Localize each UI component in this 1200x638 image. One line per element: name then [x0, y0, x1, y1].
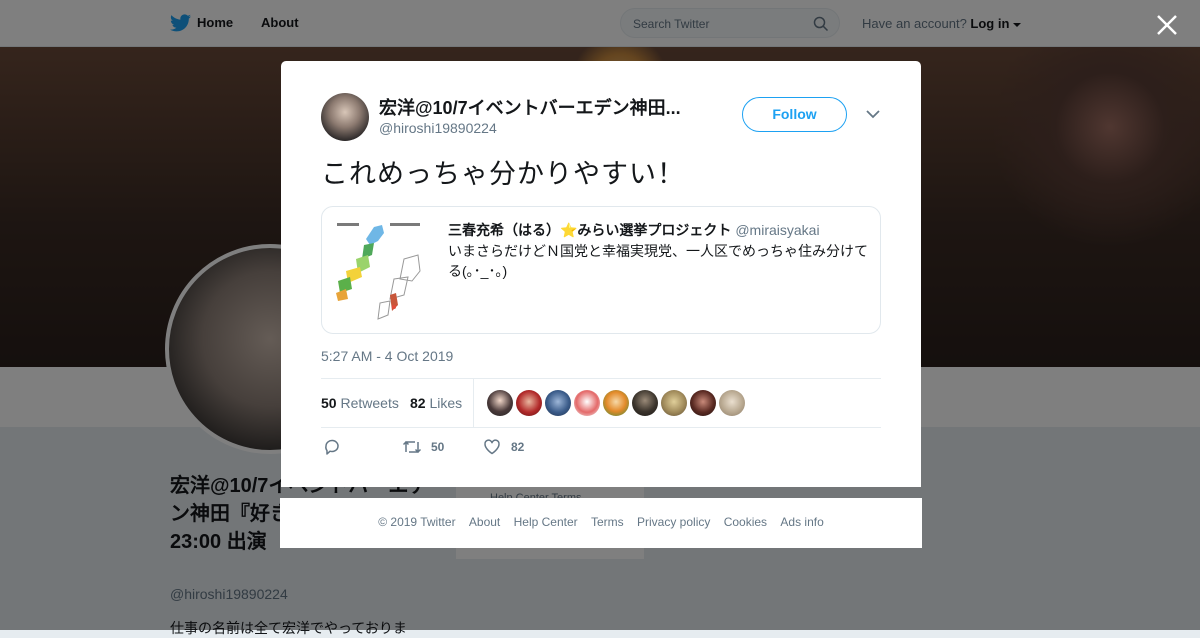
footer-cookies-link[interactable]: Cookies [724, 515, 767, 529]
tweet-stats: 50 Retweets 82 Likes [321, 378, 881, 428]
retweets-label: Retweets [340, 395, 399, 411]
footer-ads-link[interactable]: Ads info [780, 515, 823, 529]
liker-avatar[interactable] [574, 390, 600, 416]
like-icon[interactable] [483, 438, 501, 456]
retweet-icon[interactable] [402, 438, 422, 456]
quoted-author-name: 三春充希（はる）⭐みらい選挙プロジェクト [448, 222, 732, 238]
likes-count: 82 [410, 395, 426, 411]
tweet-modal: 宏洋@10/7イベントバーエデン神田... @hiroshi19890224 F… [281, 61, 921, 487]
quoted-tweet-image [334, 219, 437, 322]
quoted-author-handle: @miraisyakai [735, 222, 820, 238]
like-action-count[interactable]: 82 [511, 435, 524, 459]
modal-footer: © 2019 Twitter About Help Center Terms P… [280, 498, 922, 548]
footer-about-link[interactable]: About [469, 515, 500, 529]
retweet-action-count[interactable]: 50 [431, 435, 444, 459]
quoted-tweet-text: いまさらだけどＮ国党と幸福実現党、一人区でめっちゃ住み分けてる(｡･_･｡) [448, 243, 868, 279]
retweets-count: 50 [321, 395, 337, 411]
close-icon[interactable] [1155, 13, 1179, 37]
quoted-tweet[interactable]: 三春充希（はる）⭐みらい選挙プロジェクト @miraisyakai いまさらだけ… [321, 206, 881, 334]
chevron-down-icon[interactable] [866, 110, 880, 119]
author-avatar[interactable] [321, 93, 369, 141]
liker-avatar[interactable] [545, 390, 571, 416]
footer-terms-link[interactable]: Terms [591, 515, 624, 529]
tweet-text: これめっちゃ分かりやすい！ [321, 159, 685, 189]
reply-icon[interactable] [323, 438, 341, 456]
liker-avatar[interactable] [719, 390, 745, 416]
liker-avatar[interactable] [661, 390, 687, 416]
liker-avatar[interactable] [516, 390, 542, 416]
liker-avatar[interactable] [632, 390, 658, 416]
author-handle[interactable]: @hiroshi19890224 [379, 120, 497, 136]
liker-avatar[interactable] [690, 390, 716, 416]
footer-privacy-link[interactable]: Privacy policy [637, 515, 710, 529]
tweet-timestamp[interactable]: 5:27 AM - 4 Oct 2019 [321, 348, 453, 364]
likes-label: Likes [429, 395, 463, 411]
author-name[interactable]: 宏洋@10/7イベントバーエデン神田... [379, 94, 681, 120]
footer-copyright: © 2019 Twitter [378, 515, 456, 529]
liker-avatar[interactable] [487, 390, 513, 416]
footer-help-link[interactable]: Help Center [514, 515, 578, 529]
stats-divider [473, 379, 474, 427]
liker-avatar[interactable] [603, 390, 629, 416]
follow-button[interactable]: Follow [742, 97, 847, 132]
likes-stat[interactable]: 82 Likes [410, 395, 462, 411]
quoted-author[interactable]: 三春充希（はる）⭐みらい選挙プロジェクト @miraisyakai [448, 220, 820, 240]
tweet-actions: 50 82 [321, 435, 621, 459]
retweets-stat[interactable]: 50 Retweets [321, 395, 399, 411]
